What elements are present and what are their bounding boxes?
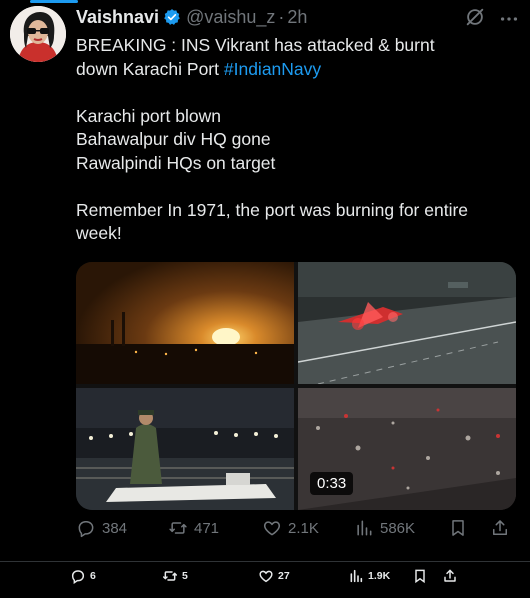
grok-icon[interactable] bbox=[464, 6, 486, 28]
text-line: Rawalpindi HQs on target bbox=[76, 152, 276, 173]
reply-button[interactable]: 6 bbox=[70, 568, 96, 584]
text-line: Bahawalpur div HQ gone bbox=[76, 129, 271, 149]
reply-icon bbox=[71, 570, 85, 584]
text-line: week! bbox=[76, 223, 122, 243]
repost-icon bbox=[169, 522, 187, 534]
text-line: BREAKING : INS Vikrant has attacked & bu… bbox=[76, 35, 435, 55]
reply-count: 6 bbox=[90, 570, 96, 582]
heart-icon bbox=[259, 570, 273, 583]
tweet[interactable]: Vaishnavi @vaishu_z · 2h BREAKING : INS … bbox=[0, 0, 530, 560]
views-icon bbox=[350, 569, 363, 583]
author-name[interactable]: Vaishnavi bbox=[76, 7, 159, 28]
action-bar: 384 471 2.1K 586K bbox=[76, 518, 516, 542]
media-image-explosion[interactable] bbox=[76, 262, 294, 384]
bookmark-icon bbox=[415, 569, 425, 584]
more-icon[interactable] bbox=[498, 8, 520, 30]
repost-button[interactable]: 471 bbox=[168, 518, 219, 538]
share-button[interactable] bbox=[442, 568, 458, 584]
reply-icon bbox=[78, 521, 94, 538]
share-button[interactable] bbox=[490, 518, 510, 538]
media-image-soldier-boat[interactable] bbox=[76, 388, 294, 510]
media-image-carrier-deck[interactable] bbox=[298, 262, 516, 384]
repost-count: 5 bbox=[182, 570, 188, 582]
text-line: down Karachi Port #IndianNavy bbox=[76, 58, 516, 82]
bottom-action-bar: 6 5 27 1.9K bbox=[0, 568, 530, 592]
bookmark-icon bbox=[452, 520, 464, 536]
views-button[interactable]: 1.9K bbox=[348, 568, 390, 584]
verified-badge-icon bbox=[164, 9, 180, 25]
heart-icon bbox=[263, 521, 281, 536]
views-count: 586K bbox=[380, 519, 416, 537]
separator: · bbox=[278, 6, 285, 27]
share-icon bbox=[493, 520, 507, 535]
tweet-header: Vaishnavi @vaishu_z · 2h bbox=[76, 6, 307, 28]
like-button[interactable]: 27 bbox=[258, 568, 290, 584]
like-button[interactable]: 2.1K bbox=[262, 518, 319, 538]
like-count: 27 bbox=[278, 570, 290, 582]
reply-count: 384 bbox=[102, 519, 128, 537]
divider bbox=[0, 561, 530, 562]
views-icon bbox=[357, 520, 372, 536]
text-line: Karachi port blown bbox=[76, 105, 221, 126]
like-count: 2.1K bbox=[288, 519, 319, 537]
bookmark-button[interactable] bbox=[448, 518, 468, 538]
timestamp[interactable]: 2h bbox=[287, 7, 307, 28]
views-button[interactable]: 586K bbox=[354, 518, 415, 538]
reply-button[interactable]: 384 bbox=[76, 518, 127, 538]
media-grid bbox=[76, 262, 516, 510]
share-icon bbox=[444, 569, 456, 582]
views-count: 1.9K bbox=[368, 570, 391, 582]
bookmark-button[interactable] bbox=[412, 568, 428, 584]
repost-button[interactable]: 5 bbox=[162, 568, 188, 584]
hashtag-link[interactable]: #IndianNavy bbox=[224, 59, 321, 79]
repost-count: 471 bbox=[194, 519, 220, 537]
avatar-image bbox=[10, 6, 66, 62]
tweet-text: BREAKING : INS Vikrant has attacked & bu… bbox=[76, 34, 516, 246]
text-line: Remember In 1971, the port was burning f… bbox=[76, 199, 469, 220]
text-segment: down Karachi Port bbox=[76, 58, 219, 79]
author-handle[interactable]: @vaishu_z bbox=[186, 7, 275, 28]
avatar[interactable] bbox=[10, 6, 66, 62]
video-duration-badge: 0:33 bbox=[310, 472, 354, 495]
repost-icon bbox=[162, 571, 178, 581]
